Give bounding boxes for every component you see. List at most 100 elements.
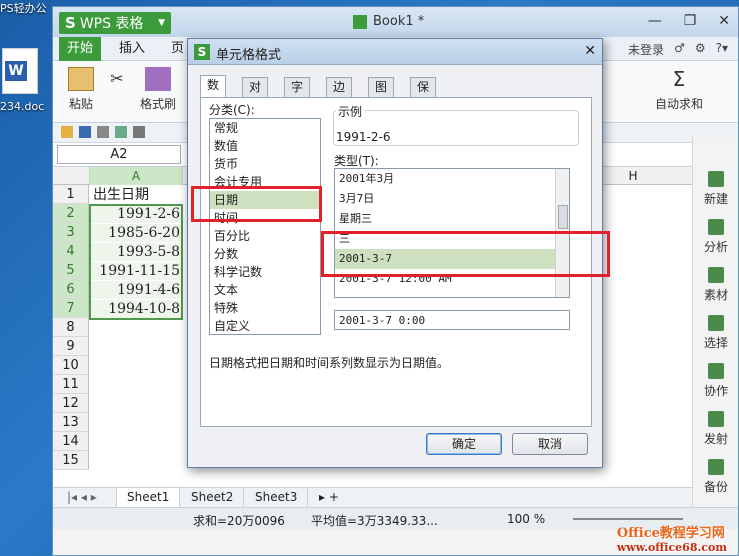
- maximize-icon[interactable]: ❐: [684, 13, 697, 29]
- sheet-nav-arrows[interactable]: |◂ ◂ ▸ ▸|: [57, 488, 117, 523]
- wps-menu-button[interactable]: S WPS 表格 ▼: [59, 12, 171, 34]
- sidebar-item-analyze[interactable]: 分析: [693, 219, 738, 255]
- sidebar-item-new[interactable]: 新建: [693, 171, 738, 207]
- column-a-header[interactable]: A: [90, 167, 183, 185]
- tab-number[interactable]: 数字: [200, 75, 227, 110]
- tab-pattern[interactable]: 图案: [368, 77, 395, 112]
- zoom-level[interactable]: 100 %: [507, 512, 545, 526]
- category-item[interactable]: 百分比: [210, 227, 320, 245]
- brush-icon: [145, 67, 171, 91]
- wps-logo-icon: S: [65, 14, 76, 32]
- format-description: 日期格式把日期和时间系列数显示为日期值。: [209, 356, 450, 370]
- category-item[interactable]: 自定义: [210, 317, 320, 335]
- tab-sheet1[interactable]: Sheet1: [117, 488, 181, 507]
- category-list[interactable]: 常规 数值 货币 会计专用 日期 时间 百分比 分数 科学记数 文本 特殊 自定…: [209, 118, 321, 335]
- minimize-icon[interactable]: —: [648, 13, 662, 29]
- format-painter-button[interactable]: 格式刷: [133, 67, 183, 112]
- watermark: Office教程学习网 www.office68.com: [616, 526, 727, 554]
- new-icon: [708, 171, 724, 187]
- type-item[interactable]: 2001年3月: [335, 169, 569, 189]
- print-icon[interactable]: [97, 126, 109, 138]
- doc-title: Book1 *: [353, 14, 424, 29]
- row-5[interactable]: 5: [53, 261, 89, 280]
- settings-icon[interactable]: ⚙: [695, 41, 706, 58]
- undo-icon[interactable]: [133, 126, 145, 138]
- zoom-slider[interactable]: [573, 518, 683, 520]
- tab-alignment[interactable]: 对齐: [242, 77, 269, 112]
- row-15[interactable]: 15: [53, 451, 89, 470]
- desktop-doc-icon[interactable]: W: [2, 48, 38, 94]
- row-4[interactable]: 4: [53, 242, 89, 261]
- row-12[interactable]: 12: [53, 394, 89, 413]
- row-14[interactable]: 14: [53, 432, 89, 451]
- add-sheet-button[interactable]: ▸ +: [309, 488, 349, 507]
- sidebar-item-select[interactable]: 选择: [693, 315, 738, 351]
- row-13[interactable]: 13: [53, 413, 89, 432]
- ok-button[interactable]: 确定: [426, 433, 502, 455]
- row-10[interactable]: 10: [53, 356, 89, 375]
- tab-home[interactable]: 开始: [59, 37, 102, 61]
- sidebar-item-send[interactable]: 发射: [693, 411, 738, 447]
- tab-sheet2[interactable]: Sheet2: [181, 488, 245, 507]
- category-item[interactable]: 常规: [210, 119, 320, 137]
- category-item[interactable]: 特殊: [210, 299, 320, 317]
- title-bar: S WPS 表格 ▼ Book1 * — ❐ ✕: [53, 7, 738, 37]
- category-item[interactable]: 货币: [210, 155, 320, 173]
- select-icon: [708, 315, 724, 331]
- category-item[interactable]: 科学记数: [210, 263, 320, 281]
- type-item[interactable]: 3月7日: [335, 189, 569, 209]
- desktop-doc-label[interactable]: 234.doc: [0, 100, 44, 113]
- tab-insert[interactable]: 插入: [111, 37, 153, 61]
- right-sidebar: 新建 分析 素材 选择 协作 发射 备份: [692, 137, 738, 507]
- skin-icon[interactable]: ♂: [674, 41, 685, 58]
- spreadsheet-icon: [353, 14, 367, 29]
- autosum-button[interactable]: Σ 自动求和: [649, 67, 709, 112]
- help-icon[interactable]: ?▾: [716, 41, 728, 58]
- tab-border[interactable]: 边框: [326, 77, 353, 112]
- row-2[interactable]: 2: [53, 204, 89, 223]
- selection-range: [89, 204, 183, 320]
- sidebar-item-material[interactable]: 素材: [693, 267, 738, 303]
- paste-button[interactable]: 粘贴: [61, 67, 101, 112]
- category-item[interactable]: 数值: [210, 137, 320, 155]
- close-icon[interactable]: ✕: [718, 13, 730, 29]
- row-header: 1 2 3 4 5 6 7 8 9 10 11 12 13 14 15: [53, 185, 89, 470]
- category-label: 分类(C):: [209, 103, 255, 117]
- save-icon[interactable]: [79, 126, 91, 138]
- row-9[interactable]: 9: [53, 337, 89, 356]
- row-7[interactable]: 7: [53, 299, 89, 318]
- category-item[interactable]: 分数: [210, 245, 320, 263]
- type-item[interactable]: 星期三: [335, 209, 569, 229]
- row-11[interactable]: 11: [53, 375, 89, 394]
- row-3[interactable]: 3: [53, 223, 89, 242]
- cancel-button[interactable]: 取消: [512, 433, 588, 455]
- send-icon: [708, 411, 724, 427]
- dialog-title-bar: S 单元格格式 ✕: [188, 39, 602, 65]
- menu-right: 未登录 ♂ ⚙ ?▾: [628, 41, 728, 58]
- backup-icon: [708, 459, 724, 475]
- close-icon[interactable]: ✕: [584, 43, 596, 59]
- row-8[interactable]: 8: [53, 318, 89, 337]
- column-h-header[interactable]: H: [613, 167, 653, 185]
- status-sum: 求和=20万0096: [193, 514, 285, 528]
- row-1[interactable]: 1: [53, 185, 89, 204]
- name-box[interactable]: A2: [57, 145, 181, 164]
- cell-a1[interactable]: 出生日期: [90, 186, 183, 204]
- sample-value: 1991-2-6: [336, 130, 391, 144]
- tab-sheet3[interactable]: Sheet3: [245, 488, 309, 507]
- tab-font[interactable]: 字体: [284, 77, 311, 112]
- login-status[interactable]: 未登录: [628, 41, 664, 58]
- material-icon: [708, 267, 724, 283]
- sidebar-item-backup[interactable]: 备份: [693, 459, 738, 495]
- type-item[interactable]: 2001-3-7 0:00: [335, 311, 569, 329]
- sidebar-item-collaborate[interactable]: 协作: [693, 363, 738, 399]
- dialog-title: 单元格格式: [216, 48, 282, 63]
- tab-protection[interactable]: 保护: [410, 77, 437, 112]
- preview-icon[interactable]: [115, 126, 127, 138]
- open-icon[interactable]: [61, 126, 73, 138]
- paste-icon: [68, 67, 94, 91]
- category-item[interactable]: 文本: [210, 281, 320, 299]
- wps-logo-icon: S: [194, 44, 210, 60]
- cut-icon[interactable]: ✂: [107, 69, 127, 88]
- row-6[interactable]: 6: [53, 280, 89, 299]
